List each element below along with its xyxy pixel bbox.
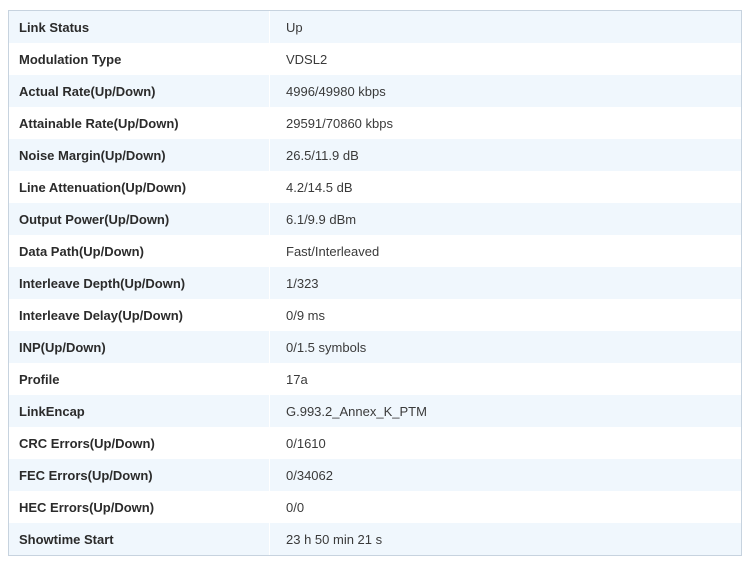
row-value: 0/9 ms bbox=[269, 299, 741, 331]
row-value: 0/34062 bbox=[269, 459, 741, 491]
table-row-interleave-depth: Interleave Depth(Up/Down) 1/323 bbox=[9, 267, 741, 299]
dsl-status-table: Link Status Up Modulation Type VDSL2 Act… bbox=[9, 11, 741, 555]
row-value: 4996/49980 kbps bbox=[269, 75, 741, 107]
table-row-profile: Profile 17a bbox=[9, 363, 741, 395]
table-row-hec-errors: HEC Errors(Up/Down) 0/0 bbox=[9, 491, 741, 523]
row-label: Output Power(Up/Down) bbox=[9, 203, 270, 235]
table-row-inp: INP(Up/Down) 0/1.5 symbols bbox=[9, 331, 741, 363]
row-label: HEC Errors(Up/Down) bbox=[9, 491, 270, 523]
row-value: 17a bbox=[269, 363, 741, 395]
table-row-fec-errors: FEC Errors(Up/Down) 0/34062 bbox=[9, 459, 741, 491]
table-row-output-power: Output Power(Up/Down) 6.1/9.9 dBm bbox=[9, 203, 741, 235]
row-label: Link Status bbox=[9, 11, 270, 43]
row-value: Up bbox=[269, 11, 741, 43]
row-value: VDSL2 bbox=[269, 43, 741, 75]
row-value: 0/0 bbox=[269, 491, 741, 523]
table-row-attainable-rate: Attainable Rate(Up/Down) 29591/70860 kbp… bbox=[9, 107, 741, 139]
row-label: Interleave Delay(Up/Down) bbox=[9, 299, 270, 331]
row-label: Line Attenuation(Up/Down) bbox=[9, 171, 270, 203]
row-label: Profile bbox=[9, 363, 270, 395]
table-row-crc-errors: CRC Errors(Up/Down) 0/1610 bbox=[9, 427, 741, 459]
table-row-link-status: Link Status Up bbox=[9, 11, 741, 43]
row-label: Showtime Start bbox=[9, 523, 270, 555]
table-row-data-path: Data Path(Up/Down) Fast/Interleaved bbox=[9, 235, 741, 267]
row-label: CRC Errors(Up/Down) bbox=[9, 427, 270, 459]
row-label: Modulation Type bbox=[9, 43, 270, 75]
row-value: 23 h 50 min 21 s bbox=[269, 523, 741, 555]
row-label: LinkEncap bbox=[9, 395, 270, 427]
row-value: 0/1.5 symbols bbox=[269, 331, 741, 363]
table-row-line-attenuation: Line Attenuation(Up/Down) 4.2/14.5 dB bbox=[9, 171, 741, 203]
row-value: 26.5/11.9 dB bbox=[269, 139, 741, 171]
table-row-modulation-type: Modulation Type VDSL2 bbox=[9, 43, 741, 75]
row-value: Fast/Interleaved bbox=[269, 235, 741, 267]
row-value: 4.2/14.5 dB bbox=[269, 171, 741, 203]
row-label: Interleave Depth(Up/Down) bbox=[9, 267, 270, 299]
row-value: 0/1610 bbox=[269, 427, 741, 459]
table-row-showtime-start: Showtime Start 23 h 50 min 21 s bbox=[9, 523, 741, 555]
row-label: FEC Errors(Up/Down) bbox=[9, 459, 270, 491]
row-label: Data Path(Up/Down) bbox=[9, 235, 270, 267]
table-row-noise-margin: Noise Margin(Up/Down) 26.5/11.9 dB bbox=[9, 139, 741, 171]
table-row-actual-rate: Actual Rate(Up/Down) 4996/49980 kbps bbox=[9, 75, 741, 107]
row-value: 1/323 bbox=[269, 267, 741, 299]
row-value: 6.1/9.9 dBm bbox=[269, 203, 741, 235]
row-value: 29591/70860 kbps bbox=[269, 107, 741, 139]
row-label: Actual Rate(Up/Down) bbox=[9, 75, 270, 107]
row-label: Noise Margin(Up/Down) bbox=[9, 139, 270, 171]
row-value: G.993.2_Annex_K_PTM bbox=[269, 395, 741, 427]
dsl-status-panel: Link Status Up Modulation Type VDSL2 Act… bbox=[8, 10, 742, 556]
row-label: INP(Up/Down) bbox=[9, 331, 270, 363]
table-row-interleave-delay: Interleave Delay(Up/Down) 0/9 ms bbox=[9, 299, 741, 331]
row-label: Attainable Rate(Up/Down) bbox=[9, 107, 270, 139]
table-row-linkencap: LinkEncap G.993.2_Annex_K_PTM bbox=[9, 395, 741, 427]
